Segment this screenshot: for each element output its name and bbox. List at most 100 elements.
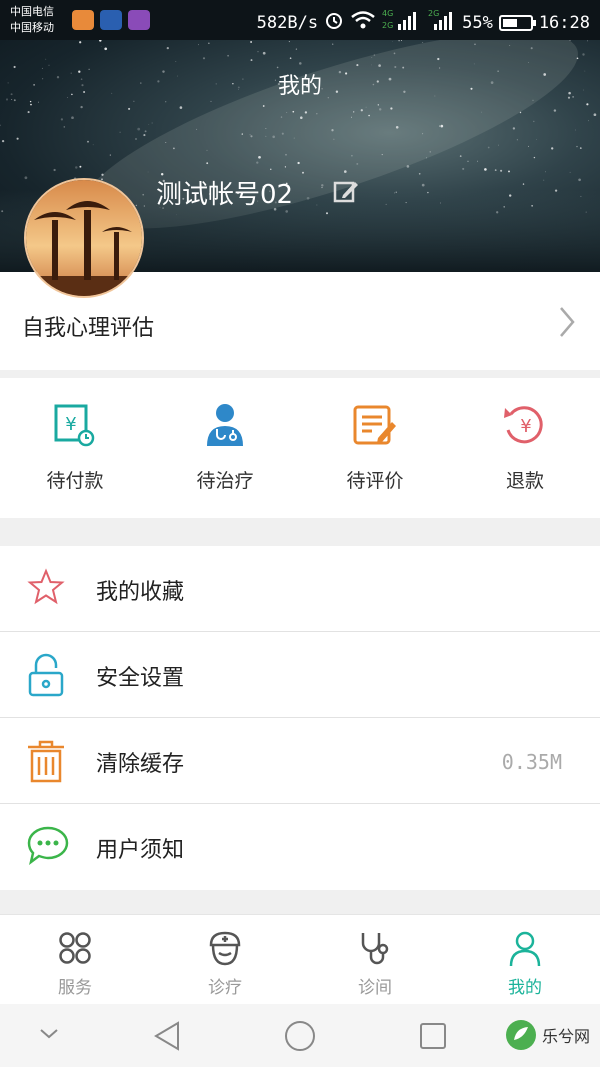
star-dot bbox=[503, 206, 505, 208]
star-dot bbox=[165, 141, 167, 143]
star-dot bbox=[356, 162, 359, 165]
star-dot bbox=[531, 205, 533, 207]
status-bar: 中国电信 中国移动 582B/s 4G 2G 2G 55% 16:28 bbox=[0, 0, 600, 40]
app-notification-icon bbox=[72, 10, 94, 30]
refund-label: 退款 bbox=[505, 470, 544, 492]
person-icon bbox=[508, 931, 542, 971]
star-dot bbox=[262, 51, 266, 55]
pending-treatment-label: 待治疗 bbox=[196, 470, 254, 492]
star-dot bbox=[30, 103, 32, 106]
bottom-tab-bar: 服务 诊疗 诊间 我的 bbox=[0, 914, 600, 1004]
star-dot bbox=[398, 40, 400, 42]
star-dot bbox=[371, 64, 373, 66]
refund-button[interactable]: ¥ 退款 bbox=[450, 378, 600, 518]
star-dot bbox=[533, 156, 536, 159]
tab-services[interactable]: 服务 bbox=[0, 915, 150, 1004]
favorites-label: 我的收藏 bbox=[96, 580, 185, 605]
star-dot bbox=[45, 58, 47, 60]
chevron-right-icon bbox=[558, 306, 576, 342]
lock-icon bbox=[26, 653, 66, 701]
star-dot bbox=[528, 145, 529, 147]
star-dot bbox=[353, 111, 355, 113]
battery-percent: 55% bbox=[462, 12, 493, 33]
carrier-2: 中国移动 bbox=[10, 21, 54, 34]
clock: 16:28 bbox=[538, 12, 590, 33]
star-dot bbox=[356, 64, 359, 67]
star-dot bbox=[545, 171, 546, 173]
star-dot bbox=[360, 109, 363, 112]
health-notification-icon bbox=[100, 10, 122, 30]
star-dot bbox=[395, 126, 399, 129]
tab-mine[interactable]: 我的 bbox=[450, 915, 600, 1004]
tab-consultation-label: 诊间 bbox=[358, 978, 392, 998]
star-dot bbox=[474, 43, 476, 46]
star-dot bbox=[321, 184, 324, 187]
star-dot bbox=[16, 137, 19, 140]
star-dot bbox=[575, 129, 577, 131]
star-dot bbox=[148, 124, 150, 125]
star-dot bbox=[484, 168, 487, 171]
star-dot bbox=[262, 105, 265, 107]
star-dot bbox=[289, 57, 292, 60]
star-dot bbox=[586, 40, 588, 42]
star-dot bbox=[206, 162, 209, 165]
carrier-labels: 中国电信 中国移动 bbox=[10, 4, 54, 36]
signal-2g-icon: 2G bbox=[428, 8, 456, 37]
gallery-notification-icon bbox=[128, 10, 150, 30]
star-dot bbox=[250, 135, 253, 138]
star-dot bbox=[395, 191, 397, 193]
pending-review-button[interactable]: 待评价 bbox=[300, 378, 450, 518]
signal-4g-icon: 4G 2G bbox=[382, 8, 422, 37]
star-dot bbox=[333, 138, 335, 140]
star-dot bbox=[288, 41, 290, 43]
star-dot bbox=[179, 106, 183, 109]
star-dot bbox=[422, 42, 424, 44]
star-dot bbox=[421, 183, 425, 187]
tab-consultation[interactable]: 诊间 bbox=[300, 915, 450, 1004]
pending-treatment-button[interactable]: 待治疗 bbox=[150, 378, 300, 518]
star-dot bbox=[586, 103, 589, 106]
star-dot bbox=[208, 42, 210, 44]
star-dot bbox=[135, 204, 138, 207]
security-settings-menu-item[interactable]: 安全设置 bbox=[0, 632, 600, 718]
pending-review-label: 待评价 bbox=[346, 470, 404, 492]
star-dot bbox=[0, 124, 1, 127]
star-dot bbox=[63, 126, 66, 128]
star-dot bbox=[133, 100, 135, 102]
tab-treatment[interactable]: 诊疗 bbox=[150, 915, 300, 1004]
edit-profile-icon[interactable] bbox=[333, 179, 359, 209]
star-dot bbox=[293, 137, 295, 139]
star-dot bbox=[299, 62, 302, 65]
svg-text:¥: ¥ bbox=[520, 416, 531, 437]
star-dot bbox=[377, 104, 379, 106]
favorites-menu-item[interactable]: 我的收藏 bbox=[0, 546, 600, 632]
star-dot bbox=[371, 57, 373, 58]
star-dot bbox=[27, 111, 30, 114]
grid-icon bbox=[58, 931, 92, 969]
star-dot bbox=[48, 64, 50, 66]
chevron-down-icon[interactable] bbox=[38, 1026, 60, 1045]
recent-apps-button-icon[interactable] bbox=[418, 1020, 448, 1056]
star-icon bbox=[26, 567, 66, 611]
avatar[interactable] bbox=[24, 178, 144, 298]
user-notice-label: 用户须知 bbox=[96, 838, 185, 863]
clear-cache-menu-item[interactable]: 清除缓存 0.35M bbox=[0, 718, 600, 804]
star-dot bbox=[462, 167, 465, 170]
star-dot bbox=[576, 57, 579, 60]
tab-mine-label: 我的 bbox=[508, 978, 542, 998]
star-dot bbox=[135, 138, 137, 140]
star-dot bbox=[422, 133, 424, 135]
back-button-icon[interactable] bbox=[152, 1020, 182, 1056]
star-dot bbox=[439, 202, 441, 204]
star-dot bbox=[530, 47, 533, 50]
user-notice-menu-item[interactable]: 用户须知 bbox=[0, 804, 600, 890]
tab-services-label: 服务 bbox=[58, 978, 92, 998]
star-dot bbox=[440, 124, 444, 128]
home-button-icon[interactable] bbox=[284, 1020, 316, 1056]
star-dot bbox=[522, 183, 525, 185]
star-dot bbox=[393, 52, 396, 55]
pending-payment-button[interactable]: ¥ 待付款 bbox=[0, 378, 150, 518]
star-dot bbox=[437, 57, 440, 61]
star-dot bbox=[392, 41, 394, 42]
star-dot bbox=[75, 166, 78, 169]
